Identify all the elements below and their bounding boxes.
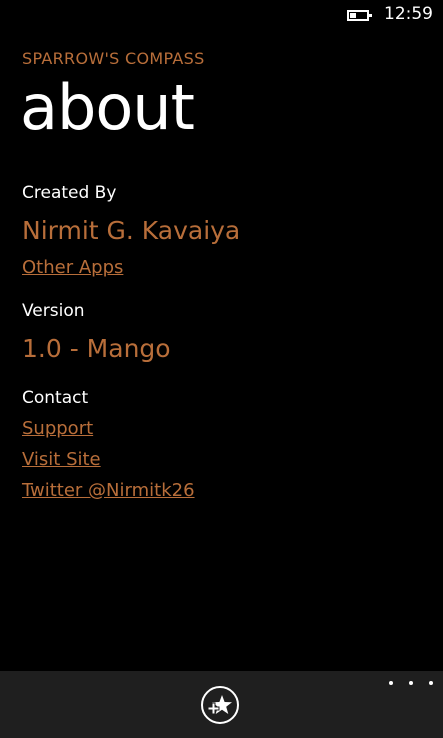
version-label: Version bbox=[22, 301, 85, 321]
star-add-icon bbox=[207, 695, 232, 715]
visit-site-link[interactable]: Visit Site bbox=[22, 449, 101, 470]
contact-label: Contact bbox=[22, 388, 89, 408]
ellipsis-icon bbox=[409, 681, 413, 685]
status-bar: 12:59 bbox=[0, 0, 443, 32]
app-title: SPARROW'S COMPASS bbox=[22, 49, 205, 68]
page-title: about bbox=[20, 71, 195, 144]
version-value: 1.0 - Mango bbox=[22, 334, 171, 363]
other-apps-link[interactable]: Other Apps bbox=[22, 257, 123, 278]
battery-level bbox=[350, 13, 356, 18]
clock: 12:59 bbox=[384, 4, 433, 24]
ellipsis-icon bbox=[389, 681, 393, 685]
created-by-label: Created By bbox=[22, 183, 117, 203]
battery-icon bbox=[347, 10, 372, 21]
support-link[interactable]: Support bbox=[22, 418, 93, 439]
more-options-button[interactable] bbox=[389, 671, 433, 695]
creator-name: Nirmit G. Kavaiya bbox=[22, 216, 241, 245]
app-bar bbox=[0, 671, 443, 738]
favorite-button[interactable] bbox=[201, 686, 239, 724]
ellipsis-icon bbox=[429, 681, 433, 685]
twitter-link[interactable]: Twitter @Nirmitk26 bbox=[22, 480, 195, 501]
